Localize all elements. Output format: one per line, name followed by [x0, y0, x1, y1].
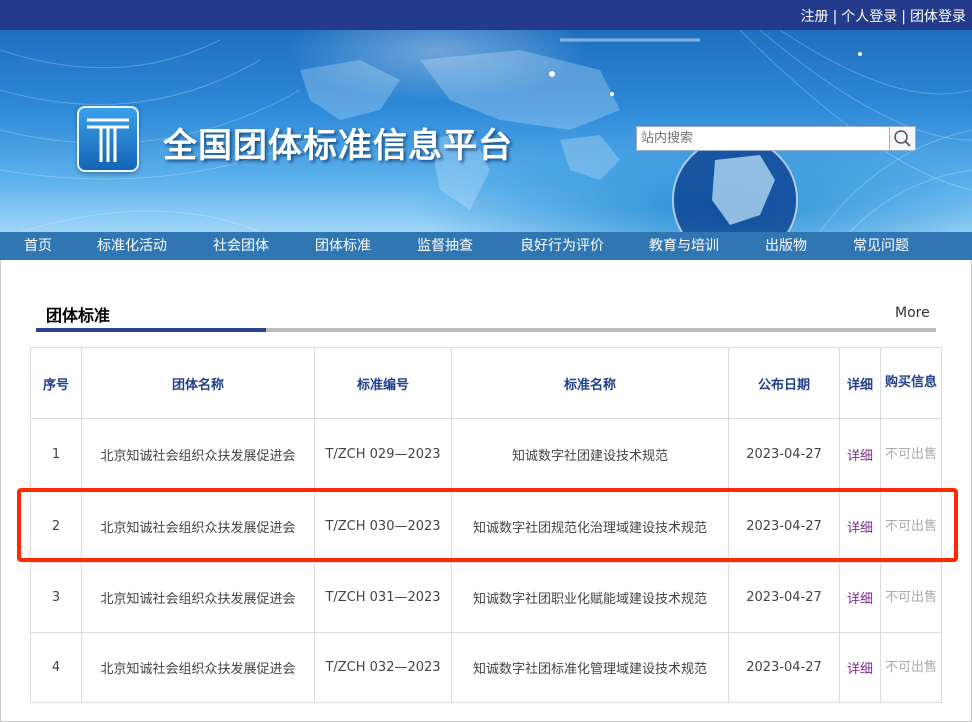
col-header-no: 序号 [30, 347, 82, 419]
nav-item-supervision[interactable]: 监督抽查 [417, 232, 473, 260]
table-row: 2 北京知诚社会组织众扶发展促进会 T/ZCH 030—2023 知诚数字社团规… [30, 490, 942, 563]
register-link[interactable]: 注册 [801, 9, 829, 25]
cell-code: T/ZCH 030—2023 [314, 490, 452, 563]
top-bar: 注册 | 个人登录 | 团体登录 [0, 0, 972, 30]
cell-buy-status: 不可出售 [880, 418, 942, 491]
nav-item-publications[interactable]: 出版物 [765, 232, 807, 260]
search-button[interactable] [890, 126, 916, 151]
standards-table: 序号 团体名称 标准编号 标准名称 公布日期 详细 购买信息 1 北京知诚社会组… [30, 347, 942, 703]
cell-no: 4 [30, 632, 82, 703]
nav-item-good-behavior[interactable]: 良好行为评价 [520, 232, 604, 260]
cell-code: T/ZCH 032—2023 [314, 632, 452, 703]
table-row: 3 北京知诚社会组织众扶发展促进会 T/ZCH 031—2023 知诚数字社团职… [30, 562, 942, 633]
cell-org: 北京知诚社会组织众扶发展促进会 [81, 490, 315, 563]
cell-buy-status: 不可出售 [880, 490, 942, 563]
col-header-org: 团体名称 [81, 347, 315, 419]
table-row: 4 北京知诚社会组织众扶发展促进会 T/ZCH 032—2023 知诚数字社团标… [30, 632, 942, 703]
table-header-row: 序号 团体名称 标准编号 标准名称 公布日期 详细 购买信息 [30, 347, 942, 419]
cell-no: 1 [30, 418, 82, 491]
cell-name: 知诚数字社团标准化管理域建设技术规范 [451, 632, 729, 703]
section-divider-accent [36, 328, 266, 332]
cell-name: 知诚数字社团规范化治理域建设技术规范 [451, 490, 729, 563]
cell-code: T/ZCH 029—2023 [314, 418, 452, 491]
more-link[interactable]: More [895, 305, 930, 321]
detail-link[interactable]: 详细 [839, 418, 881, 491]
cell-name: 知诚数字社团职业化赋能域建设技术规范 [451, 562, 729, 633]
separator: | [832, 9, 838, 25]
cell-org: 北京知诚社会组织众扶发展促进会 [81, 418, 315, 491]
search-icon [894, 130, 911, 147]
cell-date: 2023-04-27 [728, 632, 840, 703]
detail-link[interactable]: 详细 [839, 490, 881, 563]
nav-item-standardization-activities[interactable]: 标准化活动 [97, 232, 167, 260]
cell-org: 北京知诚社会组织众扶发展促进会 [81, 562, 315, 633]
cell-date: 2023-04-27 [728, 562, 840, 633]
main-nav: 首页 标准化活动 社会团体 团体标准 监督抽查 良好行为评价 教育与培训 出版物… [0, 232, 972, 260]
detail-link[interactable]: 详细 [839, 562, 881, 633]
site-search-input[interactable] [636, 126, 890, 151]
personal-login-link[interactable]: 个人登录 [841, 9, 897, 25]
cell-date: 2023-04-27 [728, 418, 840, 491]
nav-item-education[interactable]: 教育与培训 [649, 232, 719, 260]
cell-code: T/ZCH 031—2023 [314, 562, 452, 633]
nav-item-group-standards[interactable]: 团体标准 [315, 232, 371, 260]
nav-item-faq[interactable]: 常见问题 [853, 232, 909, 260]
detail-link[interactable]: 详细 [839, 632, 881, 703]
cell-buy-status: 不可出售 [880, 632, 942, 703]
col-header-date: 公布日期 [728, 347, 840, 419]
account-links: 注册 | 个人登录 | 团体登录 [801, 6, 966, 26]
col-header-detail: 详细 [839, 347, 881, 419]
group-login-link[interactable]: 团体登录 [910, 9, 966, 25]
table-row: 1 北京知诚社会组织众扶发展促进会 T/ZCH 029—2023 知诚数字社团建… [30, 418, 942, 491]
cell-no: 2 [30, 490, 82, 563]
separator: | [901, 9, 906, 25]
site-title: 全国团体标准信息平台 [163, 126, 513, 166]
col-header-code: 标准编号 [314, 347, 452, 419]
cell-org: 北京知诚社会组织众扶发展促进会 [81, 632, 315, 703]
cell-name: 知诚数字社团建设技术规范 [451, 418, 729, 491]
section-title: 团体标准 [46, 306, 111, 325]
col-header-buy: 购买信息 [880, 347, 942, 419]
platform-logo-icon [77, 106, 139, 172]
col-header-name: 标准名称 [451, 347, 729, 419]
nav-item-social-groups[interactable]: 社会团体 [213, 232, 269, 260]
cell-buy-status: 不可出售 [880, 562, 942, 633]
cell-date: 2023-04-27 [728, 490, 840, 563]
cell-no: 3 [30, 562, 82, 633]
nav-item-home[interactable]: 首页 [24, 232, 52, 260]
